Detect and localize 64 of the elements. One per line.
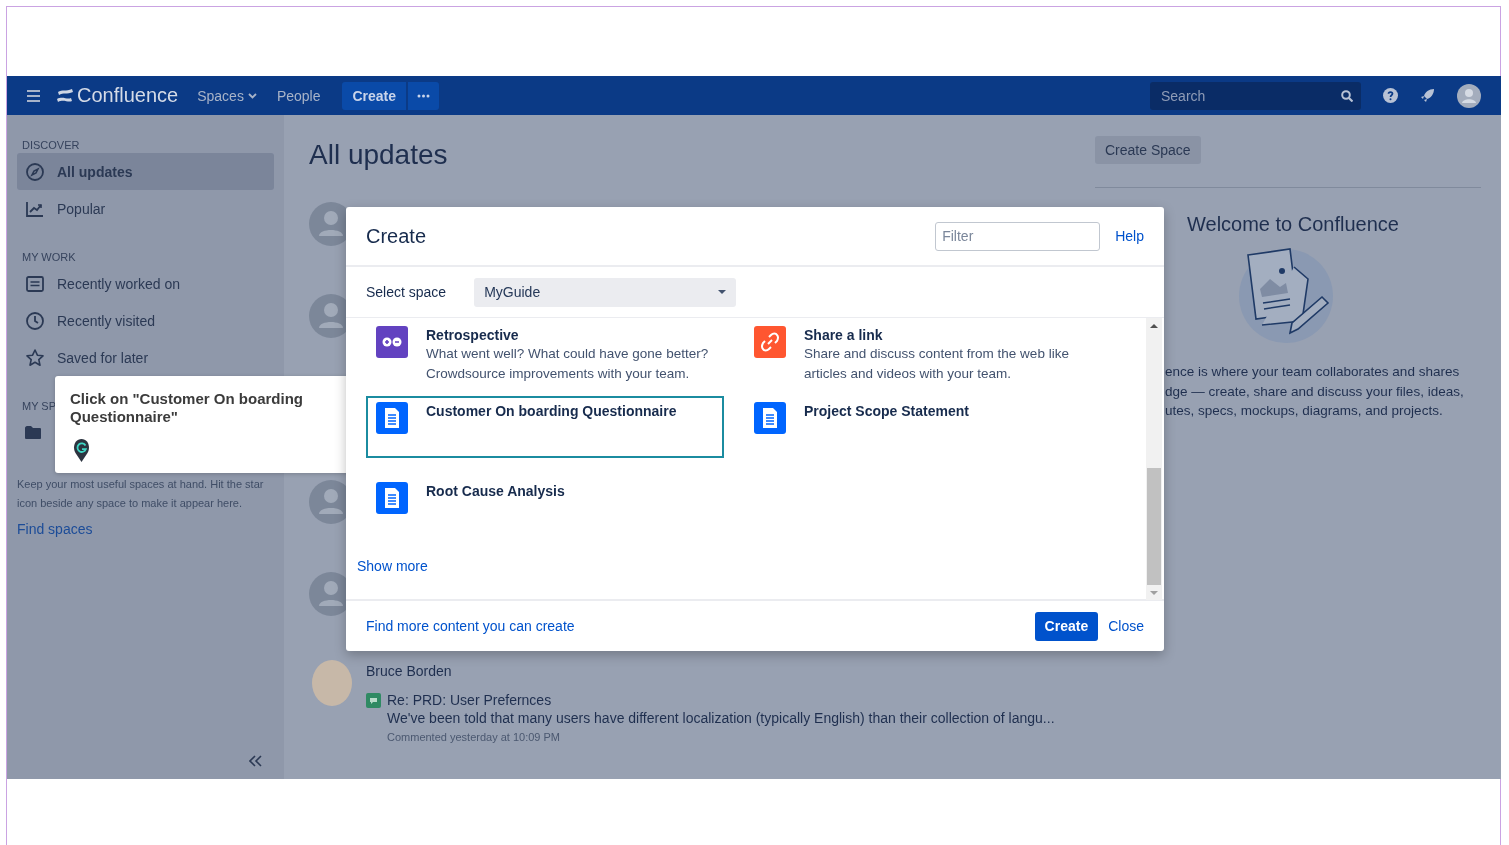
create-button[interactable]: Create (1034, 611, 1099, 641)
sidebar-item[interactable]: Popular (17, 190, 274, 227)
folder-icon (25, 426, 41, 439)
caret-icon (718, 290, 727, 294)
section-heading: MY SP (22, 399, 57, 413)
show-more-link[interactable]: Show more (357, 558, 428, 574)
sidebar-item[interactable]: Recently worked on (17, 265, 274, 302)
field-label: Select space (366, 284, 447, 300)
close-link[interactable]: Close (1108, 618, 1144, 634)
star-icon (25, 347, 45, 368)
avatar-icon[interactable] (1457, 83, 1481, 108)
map-pin-icon (73, 438, 90, 462)
comment-meta: Commented yesterday at 10:09 PM (387, 731, 562, 743)
nav-link[interactable]: Spaces (197, 87, 257, 104)
tooltip-text: Click on "Customer On boarding Questionnaire" (70, 390, 304, 426)
logo-icon (56, 87, 73, 104)
help-icon[interactable] (1383, 88, 1398, 103)
dialog-title: Create (366, 224, 427, 248)
template-item[interactable]: Share a link Share and discuss content from the web like articles and videos with your team. (744, 320, 1102, 396)
nav-link[interactable]: People (276, 87, 321, 104)
template-item[interactable]: Project Scope Statement (744, 396, 1102, 458)
welcome-text: ence is where your team collaborates and shares (1165, 363, 1461, 381)
document-icon (376, 402, 408, 434)
template-item[interactable]: Root Cause Analysis (366, 476, 724, 538)
search-input[interactable]: Search (1159, 86, 1341, 105)
collapse-icon[interactable] (249, 755, 262, 767)
welcome-title: Welcome to Confluence (1187, 213, 1400, 236)
rocket-icon[interactable] (1420, 88, 1435, 103)
find-more-link[interactable]: Find more content you can create (366, 618, 575, 634)
menu-icon[interactable] (27, 89, 40, 102)
product-name[interactable]: Confluence (77, 84, 179, 107)
sidebar-item[interactable]: Saved for later (17, 339, 274, 376)
space-dropdown[interactable]: MyGuide (474, 277, 737, 307)
welcome-text: utes, specs, mockups, diagrams, and projects. (1165, 402, 1444, 420)
comment-excerpt: We've been told that many users have different localization (typically English) than their collection of langu... (387, 710, 1055, 726)
document-icon (25, 273, 45, 294)
compass-icon (25, 161, 45, 182)
template-item[interactable]: Customer On boarding Questionnaire (366, 396, 724, 458)
more-button[interactable] (408, 81, 440, 110)
welcome-text: dge — create, share and discuss your files, ideas, (1165, 382, 1465, 401)
create-space-button[interactable]: Create Space (1095, 136, 1201, 164)
sidebar-item[interactable]: Recently visited (17, 302, 274, 339)
page-link[interactable]: Re: PRD: User Prefernces (387, 692, 552, 708)
photo-placeholder (312, 660, 352, 706)
hint-text: Keep your most useful spaces at hand. Hit the star icon beside any space to make it appear here. (17, 477, 265, 511)
scrollbar[interactable] (1146, 318, 1162, 600)
section-heading: MY WORK (22, 250, 76, 264)
filter-field[interactable]: Filter (935, 221, 1101, 251)
search-bar[interactable]: Search (1150, 81, 1361, 110)
link-icon (754, 326, 786, 358)
create-button[interactable]: Create (342, 81, 407, 110)
clock-icon (25, 310, 45, 331)
help-link[interactable]: Help (1115, 228, 1144, 244)
retrospective-icon (376, 326, 408, 358)
chevron-down-icon (247, 92, 257, 99)
more-icon (417, 93, 431, 98)
section-heading: DISCOVER (22, 138, 80, 152)
author-name[interactable]: Bruce Borden (366, 663, 1055, 683)
search-icon (1341, 89, 1353, 102)
page-title: All updates (309, 138, 449, 172)
comment-icon (366, 692, 381, 708)
document-icon (754, 402, 786, 434)
template-item[interactable]: Retrospective What went well? What could have gone better? Crowdsource improvements with your team. (366, 320, 724, 396)
document-icon (376, 482, 408, 514)
